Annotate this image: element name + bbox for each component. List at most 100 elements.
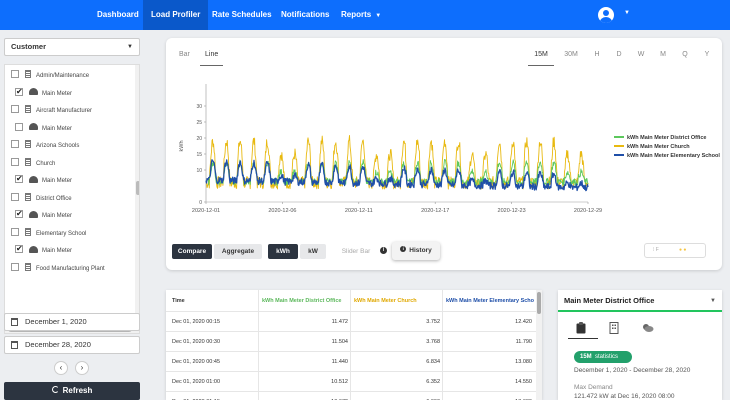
tree-item-label: District Office: [36, 195, 72, 202]
x-tick-label: 2020-12-11: [345, 208, 373, 214]
chart-card: Bar Line 15M 30M H D W M Q Y 0 10 15 20 25 30…: [166, 38, 722, 270]
tree-checkbox[interactable]: [11, 192, 19, 201]
tree-item-site[interactable]: Arizona Schools: [11, 139, 79, 153]
tree-item-label: Church: [36, 160, 56, 167]
clipboard-icon[interactable]: [576, 322, 586, 334]
compare-button[interactable]: Compare: [172, 244, 212, 259]
user-menu-chevron-down-icon[interactable]: ▼: [624, 10, 630, 16]
tree-item-site[interactable]: Church: [11, 157, 55, 171]
building-icon[interactable]: [609, 322, 619, 334]
start-date-field[interactable]: December 1, 2020: [4, 313, 140, 331]
tree-checkbox[interactable]: [11, 105, 19, 114]
tree-checkbox[interactable]: [15, 85, 23, 99]
tree-item-meter[interactable]: Main Meter: [15, 85, 72, 101]
weather-icon[interactable]: [642, 322, 654, 334]
user-avatar-icon[interactable]: [598, 7, 614, 23]
tree-item-site[interactable]: Admin/Maintenance: [11, 69, 89, 83]
slider-bar-toggle[interactable]: Slider Bar: [336, 244, 376, 259]
table-row: Dec 01, 2020 00:15 11.472 3.752 12.420: [166, 312, 536, 332]
building-icon: [25, 227, 31, 236]
tree-item-meter[interactable]: Main Meter: [15, 172, 73, 188]
table-cell-value: 12.420: [515, 319, 532, 325]
legend-item[interactable]: kWh Main Meter District Office: [614, 134, 720, 143]
column-header[interactable]: kWh Main Meter District Office: [262, 290, 350, 312]
badge-interval: 15M: [580, 354, 592, 360]
tree-scroll-thumb[interactable]: [136, 181, 139, 195]
table-cell-time: Dec 01, 2020 00:30: [172, 339, 221, 345]
chart-options-control[interactable]: ⁞ F ● ●: [644, 243, 706, 258]
legend-swatch: [614, 135, 624, 138]
table-cell-value: 11.440: [331, 359, 348, 365]
nav-notifications[interactable]: Notifications: [273, 0, 337, 30]
nav-load-profiler[interactable]: Load Profiler: [143, 0, 209, 30]
table-cell-time: Dec 01, 2020 01:00: [172, 379, 221, 385]
nav-rate-schedules[interactable]: Rate Schedules: [204, 0, 280, 30]
info-icon[interactable]: i: [380, 247, 387, 254]
table-row: Dec 01, 2020 01:15 10.672 6.000 13.680: [166, 392, 536, 400]
tree-checkbox[interactable]: [11, 70, 19, 79]
building-icon: [25, 192, 31, 201]
chevron-right-icon: ›: [80, 363, 84, 372]
column-header[interactable]: Time: [172, 290, 260, 312]
table-cell-value: 14.550: [515, 379, 532, 385]
refresh-icon: [51, 386, 59, 394]
table-cell-time: Dec 01, 2020 00:15: [172, 319, 221, 325]
chart-legend: kWh Main Meter District Office kWh Main …: [614, 134, 720, 161]
sidebar: Customer ▼ Admin/Maintenance Main Meter Ai…: [0, 30, 150, 400]
nav-reports[interactable]: Reports ▼: [333, 0, 389, 30]
legend-label: kWh Main Meter Elementary School: [627, 153, 720, 159]
customer-select-label: Customer: [11, 42, 47, 51]
table-cell-value: 6.000: [354, 392, 440, 400]
table-cell-value: 6.352: [426, 379, 440, 385]
x-tick-label: 2020-12-23: [498, 208, 526, 214]
meter-icon: [29, 245, 38, 253]
aggregate-button[interactable]: Aggregate: [214, 244, 262, 259]
tree-checkbox[interactable]: [15, 242, 23, 256]
tree-item-label: Main Meter: [42, 178, 73, 184]
tree-checkbox[interactable]: [11, 140, 19, 149]
tree-checkbox[interactable]: [11, 262, 19, 271]
customer-select[interactable]: Customer ▼: [4, 38, 140, 56]
tree-checkbox[interactable]: [15, 172, 23, 186]
table-cell-value: 10.512: [331, 379, 348, 385]
tree-item-site[interactable]: Elementary School: [11, 227, 86, 241]
statistics-header[interactable]: Main Meter District Office ▼: [558, 290, 722, 312]
column-header[interactable]: kWh Main Meter Elementary School: [446, 290, 534, 312]
tree-item-label: Elementary School: [36, 230, 87, 237]
legend-swatch: [614, 144, 624, 147]
tree-checkbox[interactable]: [15, 207, 23, 221]
tree-item-meter[interactable]: Main Meter: [15, 207, 72, 223]
tree-item-meter[interactable]: Main Meter: [15, 122, 72, 136]
tree-item-site[interactable]: District Office: [11, 192, 72, 206]
end-date-field[interactable]: December 28, 2020: [4, 336, 140, 354]
tree-item-site[interactable]: Aircraft Manufacturer: [11, 104, 92, 118]
refresh-button[interactable]: Refresh: [4, 382, 140, 400]
table-row: Dec 01, 2020 00:45 11.440 6.834 13.080: [166, 352, 536, 372]
meter-icon: [29, 88, 38, 96]
tree-item-site[interactable]: Food Manufacturing Plant: [11, 262, 105, 276]
table-scroll-thumb[interactable]: [537, 292, 541, 314]
table-scrollbar[interactable]: [536, 290, 542, 400]
column-header[interactable]: kWh Main Meter Church: [354, 290, 442, 312]
tree-checkbox[interactable]: [11, 157, 19, 166]
nav-dashboard[interactable]: Dashboard: [89, 0, 147, 30]
legend-item[interactable]: kWh Main Meter Church: [614, 143, 720, 152]
y-axis-label: kWh: [179, 141, 185, 152]
tree-checkbox[interactable]: [11, 227, 19, 236]
table-cell-time: Dec 01, 2020 00:45: [172, 359, 221, 365]
legend-item[interactable]: kWh Main Meter Elementary School: [614, 152, 720, 161]
tree-item-meter[interactable]: Main Meter: [15, 242, 72, 258]
kw-button[interactable]: kW: [300, 244, 326, 259]
legend-label: kWh Main Meter District Office: [627, 135, 707, 141]
tree-vertical-scrollbar[interactable]: [135, 65, 139, 333]
prev-period-button[interactable]: ‹: [54, 361, 68, 375]
tree-item-label: Arizona Schools: [36, 143, 80, 149]
kwh-button[interactable]: kWh: [268, 244, 298, 259]
chevron-down-icon: ▼: [375, 13, 382, 19]
y-tick-label: 0: [199, 200, 202, 206]
statistics-badge[interactable]: 15M statistics: [574, 351, 632, 363]
history-button[interactable]: i History: [392, 242, 440, 260]
tree-checkbox[interactable]: [15, 122, 23, 131]
legend-label: kWh Main Meter Church: [627, 144, 690, 150]
next-period-button[interactable]: ›: [75, 361, 89, 375]
